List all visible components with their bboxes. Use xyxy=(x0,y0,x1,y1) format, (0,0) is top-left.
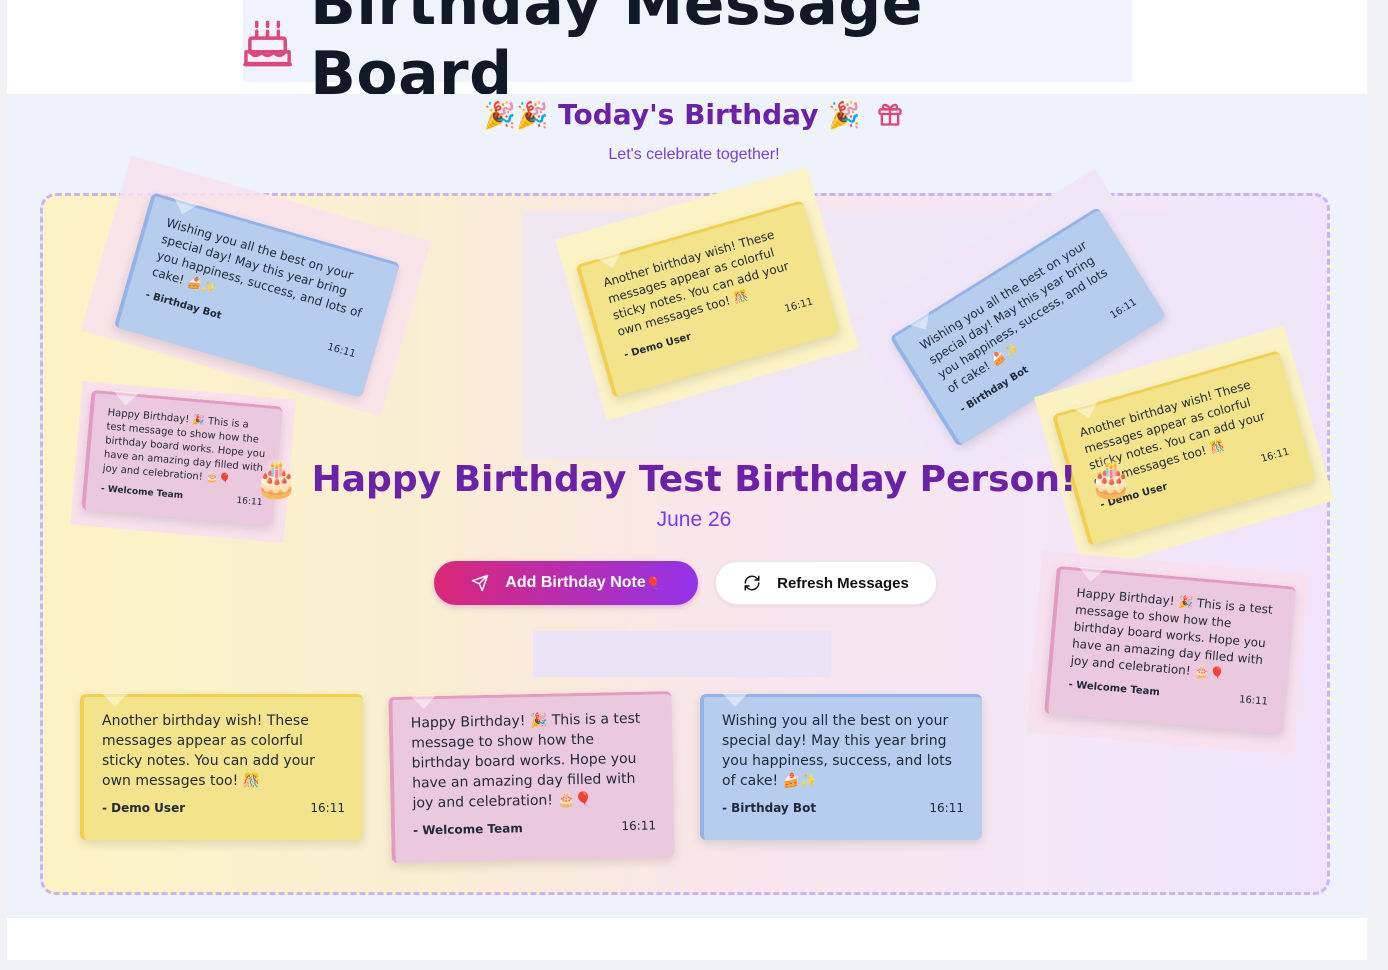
refresh-icon xyxy=(744,575,760,591)
page-title: Birthday Message Board xyxy=(310,0,923,109)
note-author: - Welcome Team xyxy=(1068,679,1161,699)
gift-icon xyxy=(878,103,903,126)
note-author: - Birthday Bot xyxy=(722,801,817,815)
note-message: Wishing you all the best on your special… xyxy=(722,713,952,789)
note-message: Another birthday wish! These messages ap… xyxy=(102,713,315,789)
add-button-label: Add Birthday Note xyxy=(505,574,646,591)
note-author: - Welcome Team xyxy=(412,821,523,838)
todays-birthday-title: Today's Birthday xyxy=(558,98,819,131)
cake-icon xyxy=(243,20,292,67)
cake-emoji-right: 🎂 xyxy=(1088,459,1134,500)
floating-note[interactable]: Happy Birthday! 🎉 This is a test message… xyxy=(1044,565,1296,735)
note-time: 16:11 xyxy=(929,801,964,815)
celebrant-greeting: Happy Birthday Test Birthday Person! xyxy=(311,459,1077,500)
note-time: 16:11 xyxy=(621,818,657,834)
note-author: - Demo User xyxy=(102,801,186,815)
note-time: 16:11 xyxy=(1238,694,1269,708)
celebrant-heading: 🎂 Happy Birthday Test Birthday Person! 🎂 xyxy=(0,458,1388,500)
sticky-note[interactable]: Another birthday wish! These messages ap… xyxy=(80,693,363,840)
party-popper-emoji-right: 🎉 xyxy=(828,101,861,131)
cake-emoji-left: 🎂 xyxy=(254,459,300,500)
todays-birthday-heading: 🎉🎉 Today's Birthday 🎉 xyxy=(0,98,1388,131)
note-time: 16:11 xyxy=(326,341,357,361)
send-icon xyxy=(472,574,489,592)
note-time: 16:11 xyxy=(310,801,345,815)
refresh-button-label: Refresh Messages xyxy=(777,574,909,592)
note-message: Happy Birthday! 🎉 This is a test message… xyxy=(410,710,641,812)
note-message: Happy Birthday! 🎉 This is a test message… xyxy=(1070,585,1274,681)
sticky-note[interactable]: Wishing you all the best on your special… xyxy=(700,693,982,840)
add-birthday-note-button[interactable]: Add Birthday Note 🎈 xyxy=(434,561,698,605)
tagline: Let's celebrate together! xyxy=(608,146,780,163)
board-spacer xyxy=(533,631,831,677)
party-popper-emoji: 🎉🎉 xyxy=(483,101,549,131)
sticky-note[interactable]: Happy Birthday! 🎉 This is a test message… xyxy=(388,691,675,863)
birthday-date: June 26 xyxy=(656,508,732,531)
note-time: 16:11 xyxy=(783,296,815,315)
balloon-emoji: 🎈 xyxy=(645,576,661,590)
page-header: Birthday Message Board xyxy=(243,0,1132,109)
note-time: 16:11 xyxy=(1108,296,1139,322)
refresh-messages-button[interactable]: Refresh Messages xyxy=(715,561,937,605)
